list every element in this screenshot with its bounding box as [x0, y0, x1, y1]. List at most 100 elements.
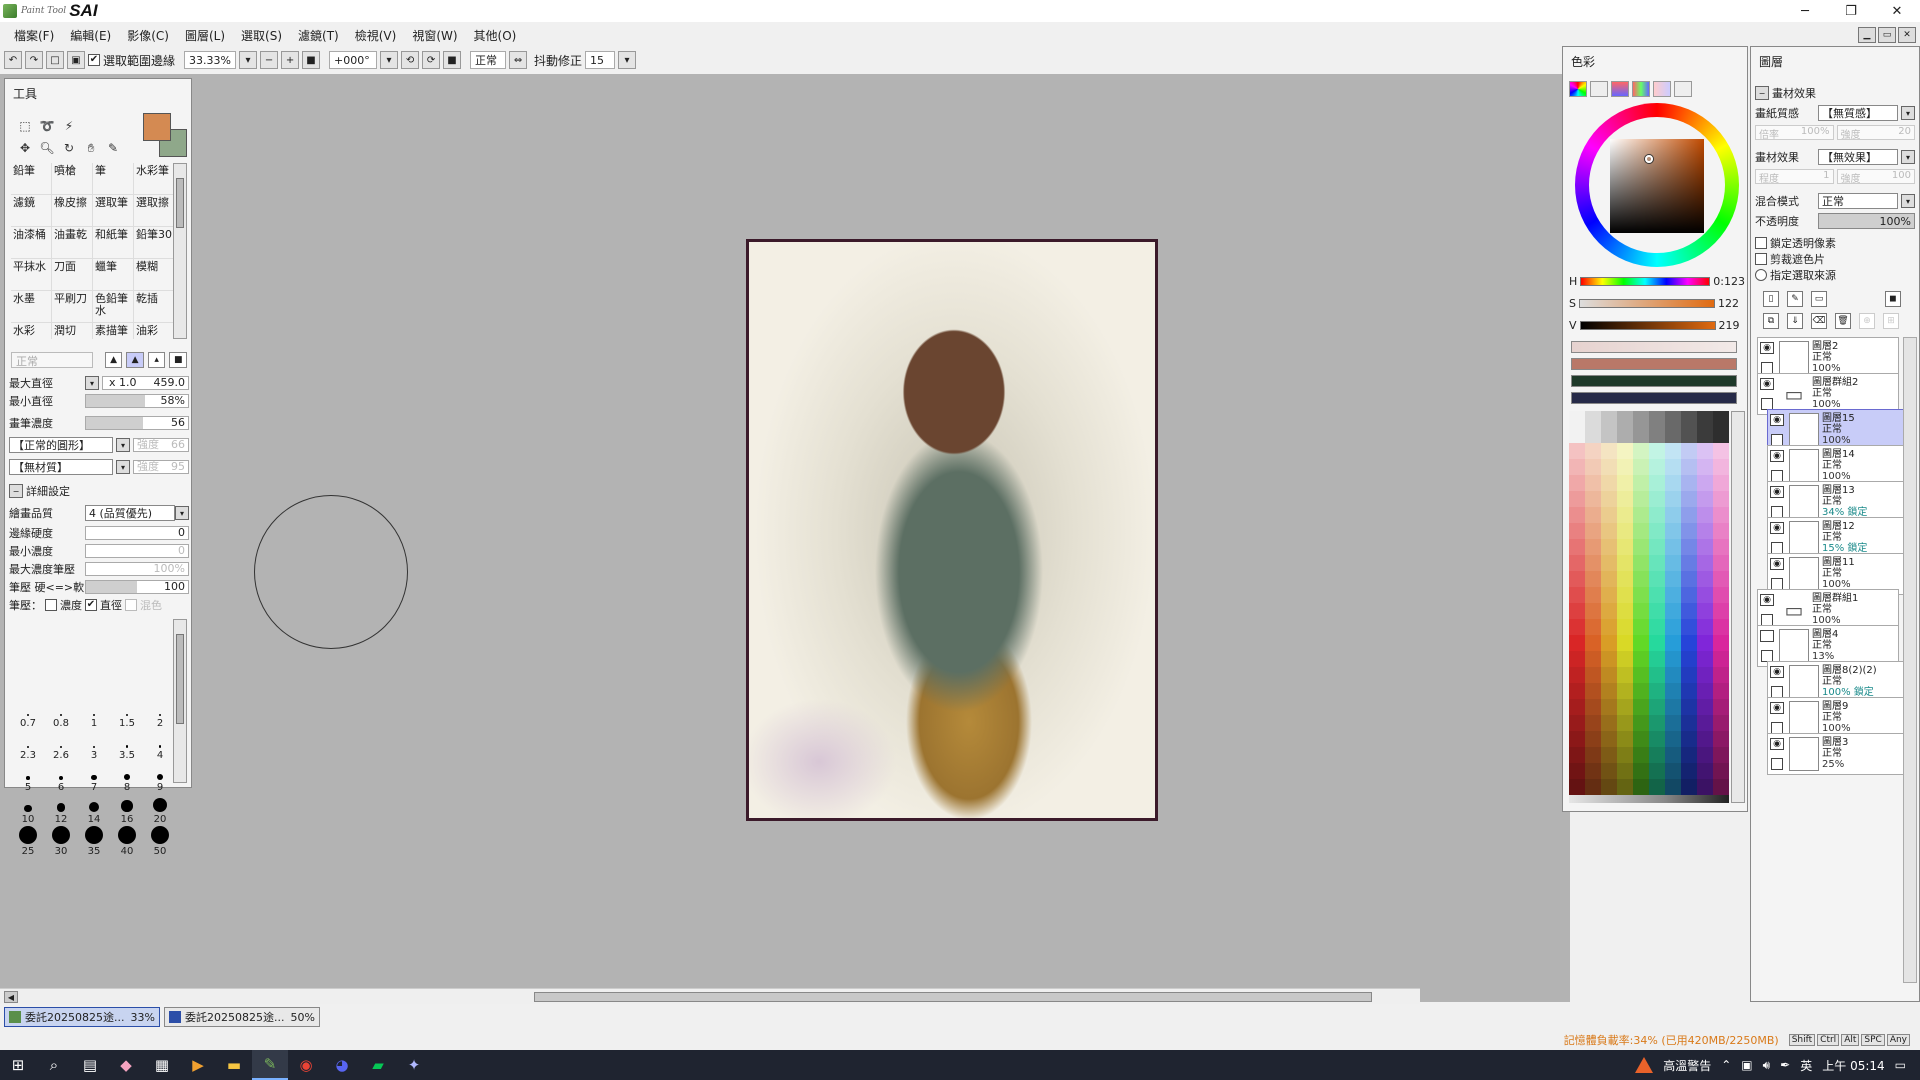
palette-swatch[interactable]	[1601, 523, 1617, 539]
palette-swatch[interactable]	[1585, 491, 1601, 507]
lasso-icon[interactable]: ➰	[37, 117, 57, 135]
palette-swatch[interactable]	[1585, 603, 1601, 619]
new-layer-icon[interactable]: ▯	[1763, 291, 1779, 307]
palette-swatch[interactable]	[1665, 523, 1681, 539]
eye-icon[interactable]: ◉	[1770, 450, 1784, 462]
brush-tool[interactable]: 色鉛筆水	[93, 291, 134, 323]
new-folder-icon[interactable]: ▭	[1811, 291, 1827, 307]
palette-swatch[interactable]	[1585, 427, 1601, 443]
menu-select[interactable]: 選取(S)	[233, 27, 290, 44]
brush-size-preset[interactable]: 30	[46, 826, 76, 857]
rotate-reset-icon[interactable]: ■	[443, 51, 462, 69]
select-edge-toggle[interactable]: ✔ 選取範圍邊緣	[88, 52, 175, 69]
palette-swatch[interactable]	[1697, 715, 1713, 731]
palette-swatch[interactable]	[1713, 571, 1729, 587]
size-presets-scrollbar[interactable]	[173, 619, 187, 783]
swatch-mode-icon[interactable]	[1653, 81, 1671, 97]
palette-swatch[interactable]	[1633, 683, 1649, 699]
palette-swatch[interactable]	[1665, 587, 1681, 603]
brush-texture-dropdown-icon[interactable]: ▾	[116, 460, 130, 474]
palette-swatch[interactable]	[1681, 427, 1697, 443]
brush-texture-select[interactable]: 【無材質】	[9, 459, 113, 475]
brush-tool[interactable]: 蠟筆	[93, 259, 134, 291]
brush-tool[interactable]: 和紙筆	[93, 227, 134, 259]
brush-size-preset[interactable]: 0.7	[13, 714, 43, 729]
palette-swatch[interactable]	[1665, 475, 1681, 491]
pressure-slider[interactable]: 100	[85, 580, 189, 594]
gradient-mode-icon[interactable]	[1632, 81, 1650, 97]
palette-swatch[interactable]	[1713, 715, 1729, 731]
saturation-value-box[interactable]	[1610, 139, 1704, 233]
palette-swatch[interactable]	[1713, 779, 1729, 795]
palette-swatch[interactable]	[1569, 475, 1585, 491]
magic-wand-icon[interactable]: ⚡	[59, 117, 79, 135]
palette-swatch[interactable]	[1681, 507, 1697, 523]
palette-swatch[interactable]	[1617, 539, 1633, 555]
palette-swatch[interactable]	[1633, 651, 1649, 667]
discord-icon[interactable]: ◕	[324, 1050, 360, 1080]
palette-swatch[interactable]	[1665, 619, 1681, 635]
palette-swatch[interactable]	[1585, 539, 1601, 555]
palette-swatch[interactable]	[1665, 539, 1681, 555]
palette-swatch[interactable]	[1633, 411, 1649, 427]
palette-swatch[interactable]	[1617, 427, 1633, 443]
palette-swatch[interactable]	[1681, 667, 1697, 683]
chevron-up-icon[interactable]: ⌃	[1721, 1058, 1731, 1072]
pressure-blend-checkbox[interactable]	[125, 599, 137, 611]
quality-select[interactable]: 4 (品質優先)	[85, 505, 175, 521]
palette-swatch[interactable]	[1633, 427, 1649, 443]
rgb-slider-mode-icon[interactable]	[1590, 81, 1608, 97]
brush-tool[interactable]: 橡皮擦	[52, 195, 93, 227]
paper-dropdown-icon[interactable]: ▾	[1901, 106, 1915, 120]
palette-swatch[interactable]	[1569, 699, 1585, 715]
move-icon[interactable]: ✥	[15, 139, 35, 157]
palette-swatch[interactable]	[1569, 779, 1585, 795]
palette-swatch[interactable]	[1617, 619, 1633, 635]
tip-sharp-icon[interactable]: ▲	[104, 352, 123, 368]
tip-medium-icon[interactable]: ▲	[126, 352, 144, 368]
brush-size-preset[interactable]: 8	[112, 774, 142, 793]
palette-swatch[interactable]	[1585, 747, 1601, 763]
palette-swatch[interactable]	[1649, 427, 1665, 443]
pen-icon[interactable]: ✒	[1780, 1058, 1790, 1072]
palette-swatch[interactable]	[1665, 427, 1681, 443]
palette-swatch[interactable]	[1617, 555, 1633, 571]
palette-swatch[interactable]	[1601, 779, 1617, 795]
brush-tool[interactable]: 鉛筆	[11, 163, 52, 195]
palette-swatch[interactable]	[1617, 571, 1633, 587]
search-icon[interactable]: ⌕	[36, 1050, 72, 1080]
palette-swatch[interactable]	[1681, 475, 1697, 491]
palette-swatch[interactable]	[1713, 491, 1729, 507]
eye-icon[interactable]: ◉	[1770, 522, 1784, 534]
palette-swatch[interactable]	[1697, 411, 1713, 427]
tip-round-icon[interactable]: ▴	[147, 352, 166, 368]
palette-swatch[interactable]	[1617, 651, 1633, 667]
palette-swatch[interactable]	[1601, 667, 1617, 683]
palette-swatch[interactable]	[1681, 555, 1697, 571]
palette-swatch[interactable]	[1697, 619, 1713, 635]
palette-swatch[interactable]	[1713, 411, 1729, 427]
hand-icon[interactable]: ✋︎	[81, 139, 101, 157]
palette-swatch[interactable]	[1665, 731, 1681, 747]
palette-swatch[interactable]	[1649, 587, 1665, 603]
palette-swatch[interactable]	[1585, 763, 1601, 779]
brush-size-preset[interactable]: 6	[46, 775, 76, 793]
eye-icon[interactable]: ◉	[1770, 486, 1784, 498]
brush-size-preset[interactable]: 25	[13, 826, 43, 857]
palette-swatch[interactable]	[1585, 683, 1601, 699]
palette-swatch[interactable]	[1697, 731, 1713, 747]
palette-swatch[interactable]	[1649, 491, 1665, 507]
saturation-slider[interactable]	[1578, 298, 1715, 308]
palette-swatch[interactable]	[1713, 699, 1729, 715]
palette-swatch[interactable]	[1681, 619, 1697, 635]
brush-tool[interactable]: 水彩筆	[134, 163, 175, 195]
palette-swatch[interactable]	[1633, 619, 1649, 635]
palette-swatch[interactable]	[1569, 491, 1585, 507]
palette-swatch[interactable]	[1569, 715, 1585, 731]
brush-tool[interactable]: 水墨	[11, 291, 52, 323]
palette-swatch[interactable]	[1665, 779, 1681, 795]
line-icon[interactable]: ▰	[360, 1050, 396, 1080]
palette-swatch[interactable]	[1665, 555, 1681, 571]
palette-swatch[interactable]	[1713, 523, 1729, 539]
palette-swatch[interactable]	[1633, 667, 1649, 683]
